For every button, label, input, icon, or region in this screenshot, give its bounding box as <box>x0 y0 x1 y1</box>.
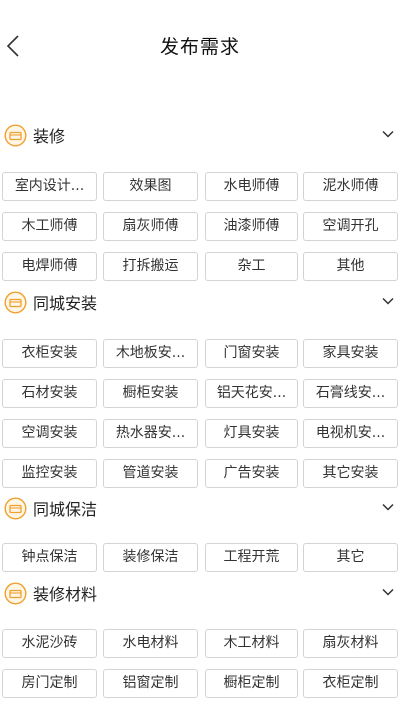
tag-button[interactable]: 家具安装 <box>303 339 398 368</box>
section-title: 装修材料 <box>33 585 98 604</box>
tag-button[interactable]: 木工材料 <box>205 629 298 658</box>
tag-button[interactable]: 木地板安... <box>103 339 198 368</box>
tag-button[interactable]: 装修保洁 <box>103 543 198 572</box>
chevron-down-icon[interactable] <box>380 293 396 309</box>
section-title: 同城保洁 <box>33 500 98 519</box>
chevron-down-icon[interactable] <box>380 126 396 142</box>
cleaning-icon <box>4 497 27 520</box>
tag-button[interactable]: 橱柜定制 <box>205 669 298 698</box>
tag-button[interactable]: 油漆师傅 <box>205 212 298 241</box>
tag-button[interactable]: 铝天花安... <box>205 379 298 408</box>
tag-button[interactable]: 其它安装 <box>303 459 398 488</box>
tag-button[interactable]: 杂工 <box>205 252 298 281</box>
install-icon <box>4 291 27 314</box>
tag-button[interactable]: 泥水师傅 <box>303 172 398 201</box>
tag-button[interactable]: 扇灰师傅 <box>103 212 198 241</box>
tag-button[interactable]: 电焊师傅 <box>2 252 97 281</box>
tag-button[interactable]: 钟点保洁 <box>2 543 97 572</box>
tag-button[interactable]: 其他 <box>303 252 398 281</box>
materials-icon <box>4 582 27 605</box>
tag-button[interactable]: 水电师傅 <box>205 172 298 201</box>
tag-button[interactable]: 房门定制 <box>2 669 97 698</box>
tag-button[interactable]: 效果图 <box>103 172 198 201</box>
tag-button[interactable]: 铝窗定制 <box>103 669 198 698</box>
tag-button[interactable]: 门窗安装 <box>205 339 298 368</box>
tag-button[interactable]: 打拆搬运 <box>103 252 198 281</box>
tag-button[interactable]: 水电材料 <box>103 629 198 658</box>
tag-button[interactable]: 水泥沙砖 <box>2 629 97 658</box>
section-header-2[interactable]: 同城保洁 <box>0 493 400 523</box>
tag-button[interactable]: 空调安装 <box>2 419 97 448</box>
tag-button[interactable]: 扇灰材料 <box>303 629 398 658</box>
tag-button[interactable]: 木工师傅 <box>2 212 97 241</box>
tag-button[interactable]: 工程开荒 <box>205 543 298 572</box>
section-title: 装修 <box>33 127 66 146</box>
tag-button[interactable]: 管道安装 <box>103 459 198 488</box>
tag-button[interactable]: 室内设计... <box>2 172 97 201</box>
section-title: 同城安装 <box>33 294 98 313</box>
tag-button[interactable]: 石膏线安... <box>303 379 398 408</box>
tag-button[interactable]: 石材安装 <box>2 379 97 408</box>
tag-button[interactable]: 电视机安... <box>303 419 398 448</box>
tag-button[interactable]: 监控安装 <box>2 459 97 488</box>
tag-button[interactable]: 热水器安... <box>103 419 198 448</box>
tag-button[interactable]: 其它 <box>303 543 398 572</box>
tag-button[interactable]: 橱柜安装 <box>103 379 198 408</box>
tag-button[interactable]: 广告安装 <box>205 459 298 488</box>
section-header-1[interactable]: 同城安装 <box>0 287 400 317</box>
section-header-0[interactable]: 装修 <box>0 120 400 150</box>
tag-button[interactable]: 空调开孔 <box>303 212 398 241</box>
tag-button[interactable]: 灯具安装 <box>205 419 298 448</box>
tag-button[interactable]: 衣柜安装 <box>2 339 97 368</box>
renovation-icon <box>4 124 27 147</box>
page-title: 发布需求 <box>159 36 240 58</box>
chevron-down-icon[interactable] <box>380 584 396 600</box>
tag-button[interactable]: 衣柜定制 <box>303 669 398 698</box>
chevron-down-icon[interactable] <box>380 499 396 515</box>
section-header-3[interactable]: 装修材料 <box>0 578 400 608</box>
header: 发布需求 <box>0 0 400 92</box>
